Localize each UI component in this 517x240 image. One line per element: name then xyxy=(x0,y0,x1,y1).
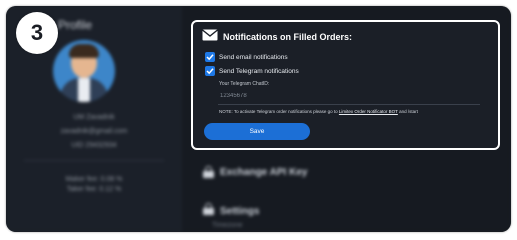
checkmark-icon xyxy=(206,68,214,75)
telegram-checkbox[interactable] xyxy=(205,66,215,76)
save-button[interactable]: Save xyxy=(204,123,310,140)
email-checkbox-label: Send email notifications xyxy=(219,53,288,61)
email-notifications-option[interactable]: Send email notifications xyxy=(205,52,288,62)
step-number: 3 xyxy=(30,20,44,45)
user-email: zavadnik@gmail.com xyxy=(60,128,128,135)
taker-fee: Taker fee: 0.12 % xyxy=(66,186,122,193)
profile-title: Profile xyxy=(58,18,93,32)
notificator-bot-link[interactable]: Limitex Order Notificator BOT xyxy=(339,109,398,114)
chat-id-input[interactable] xyxy=(218,88,480,105)
chat-id-label: Your Telegram ChatID: xyxy=(219,81,270,87)
telegram-checkbox-label: Send Telegram notifications xyxy=(219,67,299,75)
telegram-note: NOTE: To activate Telegram order notific… xyxy=(219,109,418,114)
step-badge: 3 xyxy=(16,12,58,54)
lock-icon xyxy=(203,203,214,215)
settings-title[interactable]: Settings xyxy=(220,206,259,217)
maker-fee: Maker fee: 0.08 % xyxy=(65,176,123,183)
checkmark-icon xyxy=(206,54,214,61)
note-suffix: and /start xyxy=(397,109,418,114)
exchange-api-key-title[interactable]: Exchange API Key xyxy=(220,167,307,178)
lock-icon xyxy=(203,166,214,178)
user-name: UM Zavadnik xyxy=(73,114,115,121)
envelope-icon xyxy=(202,29,218,41)
note-text: NOTE: To activate Telegram order notific… xyxy=(219,109,339,114)
email-checkbox[interactable] xyxy=(205,52,215,62)
notifications-card: Notifications on Filled Orders: Send ema… xyxy=(191,20,500,150)
timezone-label: Timezone xyxy=(212,222,243,229)
telegram-notifications-option[interactable]: Send Telegram notifications xyxy=(205,66,299,76)
avatar xyxy=(53,40,115,102)
divider xyxy=(24,160,164,161)
notifications-title: Notifications on Filled Orders: xyxy=(223,32,353,42)
user-uid: UID 29432934 xyxy=(71,142,117,149)
